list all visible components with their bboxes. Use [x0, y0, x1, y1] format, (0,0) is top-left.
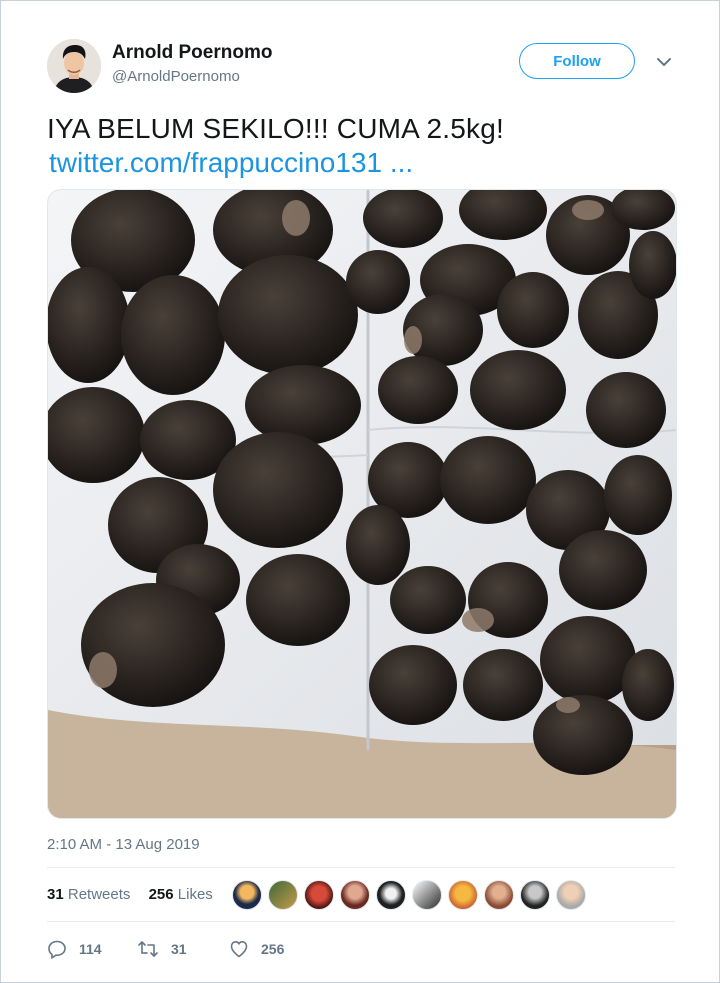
tweet-timestamp[interactable]: 2:10 AM - 13 Aug 2019: [47, 836, 200, 853]
divider: [47, 867, 675, 868]
liker-avatar[interactable]: [268, 880, 298, 910]
liker-avatar[interactable]: [556, 880, 586, 910]
truffles-photo: [48, 190, 676, 818]
likes-count[interactable]: 256: [149, 886, 174, 903]
tweet-card: Arnold Poernomo @ArnoldPoernomo Follow I…: [0, 0, 720, 983]
retweets-count[interactable]: 31: [47, 886, 64, 903]
like-action[interactable]: 256: [229, 938, 284, 960]
tweet-text: IYA BELUM SEKILO!!! CUMA 2.5kg!: [47, 113, 504, 144]
heart-icon: [230, 941, 248, 958]
follow-button[interactable]: Follow: [519, 43, 635, 79]
liker-avatar[interactable]: [232, 880, 262, 910]
tweet-photo[interactable]: [47, 189, 677, 819]
liker-avatars: [232, 880, 592, 910]
liker-avatar[interactable]: [376, 880, 406, 910]
liker-avatar[interactable]: [448, 880, 478, 910]
reply-action[interactable]: 114: [47, 938, 102, 960]
likes-label[interactable]: Likes: [178, 886, 213, 903]
liker-avatar[interactable]: [304, 880, 334, 910]
retweet-action[interactable]: 31: [137, 938, 187, 960]
liker-avatar[interactable]: [340, 880, 370, 910]
reply-count: 114: [79, 941, 102, 957]
retweet-icon: [138, 941, 158, 957]
chevron-down-icon[interactable]: [655, 55, 673, 69]
divider: [47, 921, 675, 922]
tweet-stats: 31 Retweets 256 Likes: [47, 886, 213, 903]
retweets-label[interactable]: Retweets: [68, 886, 131, 903]
avatar-image: [47, 39, 101, 93]
author-handle[interactable]: @ArnoldPoernomo: [112, 68, 240, 85]
author-name[interactable]: Arnold Poernomo: [112, 42, 272, 64]
liker-avatar[interactable]: [520, 880, 550, 910]
liker-avatar[interactable]: [412, 880, 442, 910]
retweet-count: 31: [171, 941, 187, 957]
reply-icon: [48, 940, 66, 959]
like-count: 256: [261, 941, 285, 957]
liker-avatar[interactable]: [484, 880, 514, 910]
author-avatar[interactable]: [47, 39, 101, 93]
tweet-link[interactable]: twitter.com/frappuccino131 ...: [49, 147, 413, 179]
